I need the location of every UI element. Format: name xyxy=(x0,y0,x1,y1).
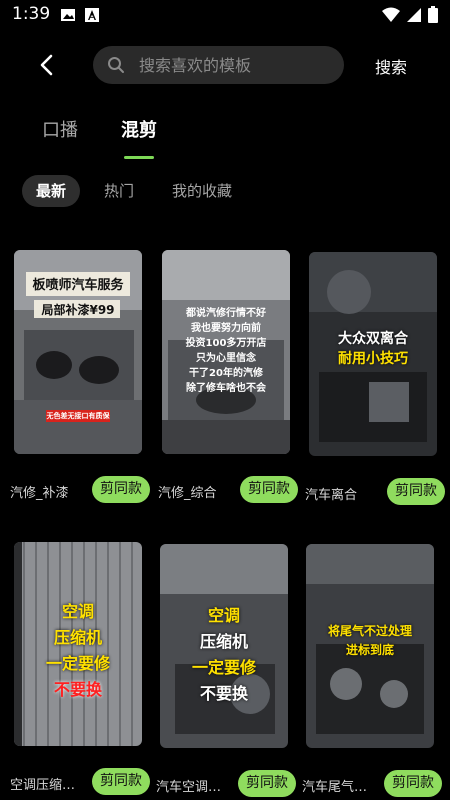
tab-hunjian[interactable]: 混剪 xyxy=(121,116,157,142)
subtab-favorites[interactable]: 我的收藏 xyxy=(172,175,232,207)
overlay-text: 进标到底 xyxy=(345,643,394,657)
template-thumbnail[interactable]: 大众双离合 耐用小技巧 xyxy=(309,252,437,456)
subtab-latest[interactable]: 最新 xyxy=(22,175,81,207)
search-icon xyxy=(108,57,124,73)
active-tab-indicator xyxy=(124,156,154,159)
overlay-text: 都说汽修行情不好 xyxy=(186,308,266,319)
template-thumbnail[interactable]: 都说汽修行情不好 我也要努力向前 投资100多万开店 只为心里信念 干了20年的… xyxy=(162,250,290,454)
overlay-text: 空调 xyxy=(61,602,94,621)
template-title: 汽修_补漆 xyxy=(10,486,69,501)
overlay-text: 只为心里信念 xyxy=(196,353,256,364)
tab-koubo[interactable]: 口播 xyxy=(42,116,78,142)
overlay-text: 我也要努力向前 xyxy=(191,323,261,334)
overlay-text: 空调 xyxy=(207,606,240,625)
template-thumbnail[interactable]: 空调 压缩机 一定要修 不要换 xyxy=(160,544,288,748)
use-template-button[interactable]: 剪同款 xyxy=(92,768,150,795)
overlay-text: 不要换 xyxy=(53,680,102,699)
battery-icon xyxy=(428,6,438,23)
subtab-hot[interactable]: 热门 xyxy=(104,175,134,207)
template-thumbnail[interactable]: 将尾气不过处理 进标到底 xyxy=(306,544,434,748)
overlay-text: 压缩机 xyxy=(53,628,102,647)
overlay-text: 耐用小技巧 xyxy=(338,351,408,367)
status-time: 1:39 xyxy=(12,4,51,24)
use-template-button[interactable]: 剪同款 xyxy=(238,770,296,797)
search-box[interactable] xyxy=(93,46,344,84)
overlay-text: 干了20年的汽修 xyxy=(189,368,263,379)
main-tabs: 口播 混剪 xyxy=(0,112,450,162)
overlay-text: 投资100多万开店 xyxy=(185,338,267,349)
status-bar: 1:39 xyxy=(0,0,450,30)
header: 搜索 xyxy=(0,40,450,92)
template-title: 空调压缩… xyxy=(10,778,76,793)
wifi-icon xyxy=(382,7,400,22)
template-title: 汽车空调… xyxy=(156,780,222,795)
overlay-text: 除了修车啥也不会 xyxy=(186,383,266,394)
overlay-text: 不要换 xyxy=(199,684,248,703)
overlay-text: 板喷师汽车服务 xyxy=(32,278,124,293)
back-button[interactable] xyxy=(30,48,64,82)
overlay-text: 将尾气不过处理 xyxy=(327,624,412,638)
template-thumbnail[interactable]: 板喷师汽车服务 局部补漆¥99 无色差无接口有质保 xyxy=(14,250,142,454)
template-thumbnail[interactable]: 空调 压缩机 一定要修 不要换 xyxy=(14,542,142,746)
use-template-button[interactable]: 剪同款 xyxy=(240,476,298,503)
overlay-text: 压缩机 xyxy=(199,632,248,651)
overlay-text: 一定要修 xyxy=(191,658,256,677)
template-title: 汽车离合 xyxy=(305,488,358,503)
back-arrow-icon xyxy=(40,54,53,76)
gallery-icon xyxy=(61,9,75,21)
status-left-icons xyxy=(60,7,100,23)
overlay-small-text: 无色差无接口有质保 xyxy=(46,412,110,420)
template-title: 汽车尾气… xyxy=(302,780,368,795)
use-template-button[interactable]: 剪同款 xyxy=(384,770,442,797)
sub-tabs: 最新 热门 我的收藏 xyxy=(0,175,450,209)
search-input[interactable] xyxy=(139,55,329,75)
use-template-button[interactable]: 剪同款 xyxy=(387,478,445,505)
use-template-button[interactable]: 剪同款 xyxy=(92,476,150,503)
search-button[interactable]: 搜索 xyxy=(375,54,407,78)
overlay-text: 大众双离合 xyxy=(338,331,408,347)
font-a-icon xyxy=(85,8,99,22)
signal-icon xyxy=(407,7,421,22)
overlay-text: 局部补漆¥99 xyxy=(41,303,115,317)
template-title: 汽修_综合 xyxy=(158,486,217,501)
status-right-icons xyxy=(382,6,438,23)
overlay-text: 一定要修 xyxy=(45,654,110,673)
